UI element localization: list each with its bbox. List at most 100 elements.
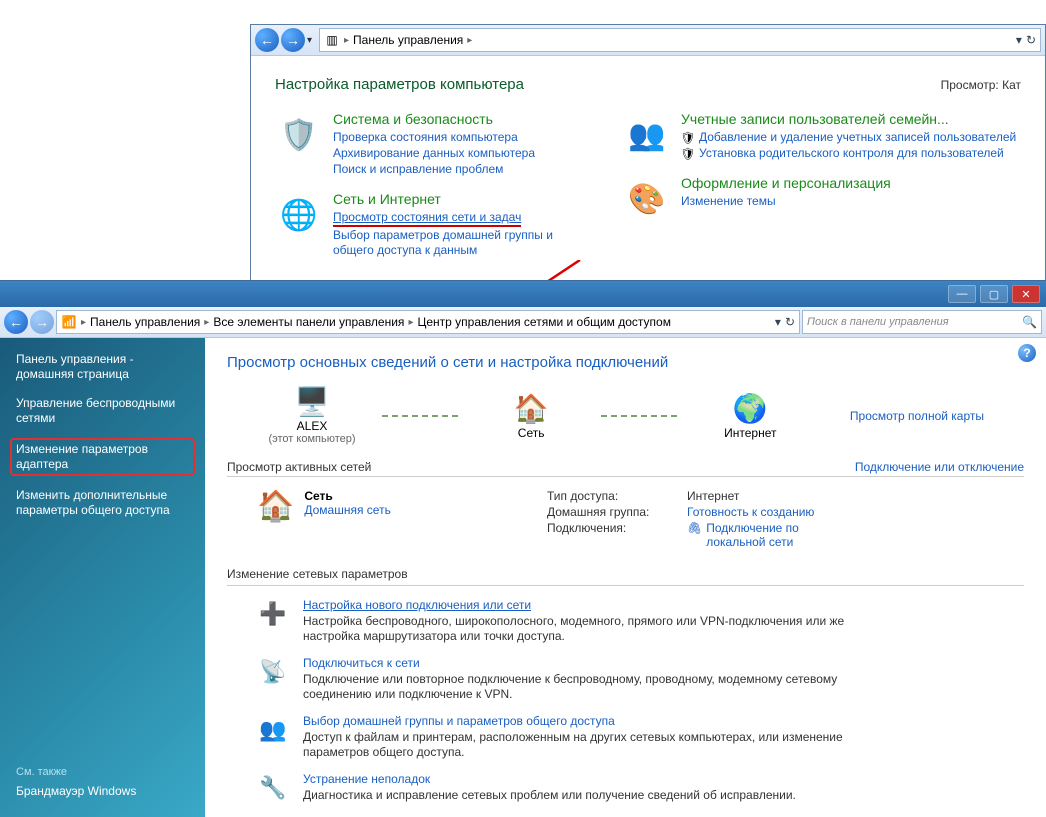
breadcrumb[interactable]: 📶 ▸ Панель управления ▸ Все элементы пан…: [56, 310, 800, 334]
task-desc: Диагностика и исправление сетевых пробле…: [303, 788, 796, 803]
search-icon: 🔍: [1022, 315, 1037, 329]
ethernet-icon: 🖇: [687, 521, 702, 535]
task-desc: Доступ к файлам и принтерам, расположенн…: [303, 730, 863, 760]
label-connections: Подключения:: [547, 521, 687, 549]
map-node-network: 🏠 Сеть: [486, 392, 576, 440]
users-icon: 👥: [623, 111, 671, 159]
shield-icon: 🛡️: [275, 111, 323, 159]
search-placeholder: Поиск в панели управления: [807, 316, 949, 328]
sidebar-item-firewall[interactable]: Брандмауэр Windows: [16, 784, 189, 799]
map-connector: [601, 415, 681, 417]
network-name: Сеть: [304, 489, 390, 503]
category-link[interactable]: Добавление и удаление учетных записей по…: [699, 130, 1016, 145]
network-map: 🖥️ ALEX (этот компьютер) 🏠 Сеть 🌍 Интерн…: [227, 381, 1024, 450]
category-title[interactable]: Оформление и персонализация: [681, 175, 891, 191]
sidebar-item-advanced-sharing[interactable]: Изменить дополнительные параметры общего…: [16, 488, 189, 518]
nav-back-button[interactable]: ←: [255, 28, 279, 52]
breadcrumb-sep-icon: ▸: [204, 317, 209, 328]
category-grid: 🛡️ Система и безопасность Проверка состо…: [275, 111, 1021, 258]
category-link[interactable]: Архивирование данных компьютера: [333, 146, 535, 161]
breadcrumb-dropdown-icon[interactable]: ▾: [775, 315, 781, 329]
category-system-security: 🛡️ Система и безопасность Проверка состо…: [275, 111, 583, 177]
category-title[interactable]: Учетные записи пользователей семейн...: [681, 111, 1016, 127]
category-title[interactable]: Сеть и Интернет: [333, 191, 583, 207]
breadcrumb-dropdown-icon[interactable]: ▾: [1016, 33, 1022, 47]
breadcrumb-item[interactable]: Центр управления сетями и общим доступом: [417, 315, 671, 329]
link-homegroup[interactable]: Готовность к созданию: [687, 505, 1024, 519]
house-icon: 🏠: [257, 489, 294, 524]
network-center-window: — ▢ ✕ ← → 📶 ▸ Панель управления ▸ Все эл…: [0, 280, 1046, 816]
globe-icon: 🌍: [733, 392, 768, 425]
nav-forward-button[interactable]: →: [281, 28, 305, 52]
change-settings-header: Изменение сетевых параметров: [227, 567, 1024, 583]
search-input[interactable]: Поиск в панели управления 🔍: [802, 310, 1042, 334]
task-link[interactable]: Выбор домашней группы и параметров общег…: [303, 714, 863, 728]
breadcrumb[interactable]: ▥ ▸ Панель управления ▸ ▾ ↻: [319, 28, 1041, 52]
nav-forward-button[interactable]: →: [30, 310, 54, 334]
task-desc: Настройка беспроводного, широкополосного…: [303, 614, 863, 644]
breadcrumb-sep-icon: ▸: [408, 317, 413, 328]
node-sub: (этот компьютер): [268, 433, 355, 446]
node-name: Интернет: [724, 427, 776, 440]
page-title: Просмотр основных сведений о сети и наст…: [227, 354, 1024, 371]
sidebar-item-wireless[interactable]: Управление беспроводными сетями: [16, 396, 189, 426]
house-icon: 🏠: [514, 392, 549, 425]
task-new-connection: ➕ Настройка нового подключения или сети …: [227, 592, 1024, 650]
task-homegroup: 👥 Выбор домашней группы и параметров общ…: [227, 708, 1024, 766]
nav-history-dropdown[interactable]: ▾: [307, 35, 317, 46]
window1-content: Настройка параметров компьютера Просмотр…: [251, 56, 1045, 286]
sidebar-home-link[interactable]: Панель управления - домашняя страница: [16, 352, 189, 382]
refresh-icon[interactable]: ↻: [1026, 33, 1036, 47]
task-connect-network: 📡 Подключиться к сети Подключение или по…: [227, 650, 1024, 708]
value-access-type: Интернет: [687, 489, 1024, 503]
map-node-this-pc: 🖥️ ALEX (этот компьютер): [267, 385, 357, 446]
sidebar-item-adapter-settings[interactable]: Изменение параметров адаптера: [10, 438, 195, 476]
task-link[interactable]: Подключиться к сети: [303, 656, 863, 670]
globe-network-icon: 🌐: [275, 191, 323, 239]
category-link[interactable]: Проверка состояния компьютера: [333, 130, 535, 145]
category-link[interactable]: Выбор параметров домашней группы и общег…: [333, 228, 583, 258]
refresh-icon[interactable]: ↻: [785, 315, 795, 329]
main-content: ? Просмотр основных сведений о сети и на…: [205, 338, 1046, 817]
breadcrumb-item[interactable]: Панель управления: [90, 315, 200, 329]
maximize-button[interactable]: ▢: [980, 285, 1008, 303]
node-name: Сеть: [518, 427, 545, 440]
help-icon[interactable]: ?: [1018, 344, 1036, 362]
link-full-map[interactable]: Просмотр полной карты: [850, 409, 984, 423]
homegroup-icon: 👥: [257, 714, 289, 746]
category-link[interactable]: Изменение темы: [681, 194, 891, 209]
sidebar: Панель управления - домашняя страница Уп…: [0, 338, 205, 817]
category-link[interactable]: Поиск и исправление проблем: [333, 162, 535, 177]
network-icon: 📶: [61, 314, 77, 330]
minimize-button[interactable]: —: [948, 285, 976, 303]
node-name: ALEX: [268, 420, 355, 433]
breadcrumb-sep-icon: ▸: [344, 35, 349, 46]
appearance-icon: 🎨: [623, 175, 671, 223]
nav-back-button[interactable]: ←: [4, 310, 28, 334]
category-link[interactable]: Установка родительского контроля для пол…: [699, 146, 1004, 161]
tasks-list: ➕ Настройка нового подключения или сети …: [227, 592, 1024, 810]
control-panel-root-window: ← → ▾ ▥ ▸ Панель управления ▸ ▾ ↻ Настро…: [250, 24, 1046, 286]
link-network-status[interactable]: Просмотр состояния сети и задач: [333, 210, 521, 227]
map-node-internet: 🌍 Интернет: [705, 392, 795, 440]
category-network: 🌐 Сеть и Интернет Просмотр состояния сет…: [275, 191, 583, 258]
link-connect-disconnect[interactable]: Подключение или отключение: [855, 460, 1024, 474]
link-connection[interactable]: Подключение по локальной сети: [706, 521, 846, 549]
breadcrumb-sep-icon: ▸: [467, 35, 472, 46]
connect-icon: 📡: [257, 656, 289, 688]
see-also-label: См. также: [16, 766, 189, 778]
task-link[interactable]: Настройка нового подключения или сети: [303, 598, 863, 612]
page-title: Настройка параметров компьютера: [275, 76, 524, 93]
close-button[interactable]: ✕: [1012, 285, 1040, 303]
breadcrumb-item[interactable]: Панель управления: [353, 33, 463, 47]
category-title[interactable]: Система и безопасность: [333, 111, 535, 127]
uac-shield-icon: 🛡: [681, 147, 695, 161]
task-link[interactable]: Устранение неполадок: [303, 772, 796, 786]
link-network-type[interactable]: Домашняя сеть: [304, 503, 390, 517]
active-networks-header: Просмотр активных сетей Подключение или …: [227, 460, 1024, 477]
breadcrumb-item[interactable]: Все элементы панели управления: [213, 315, 404, 329]
view-mode-label: Просмотр: Кат: [941, 78, 1021, 92]
plus-network-icon: ➕: [257, 598, 289, 630]
address-bar: ← → ▾ ▥ ▸ Панель управления ▸ ▾ ↻: [251, 25, 1045, 56]
label-homegroup: Домашняя группа:: [547, 505, 687, 519]
